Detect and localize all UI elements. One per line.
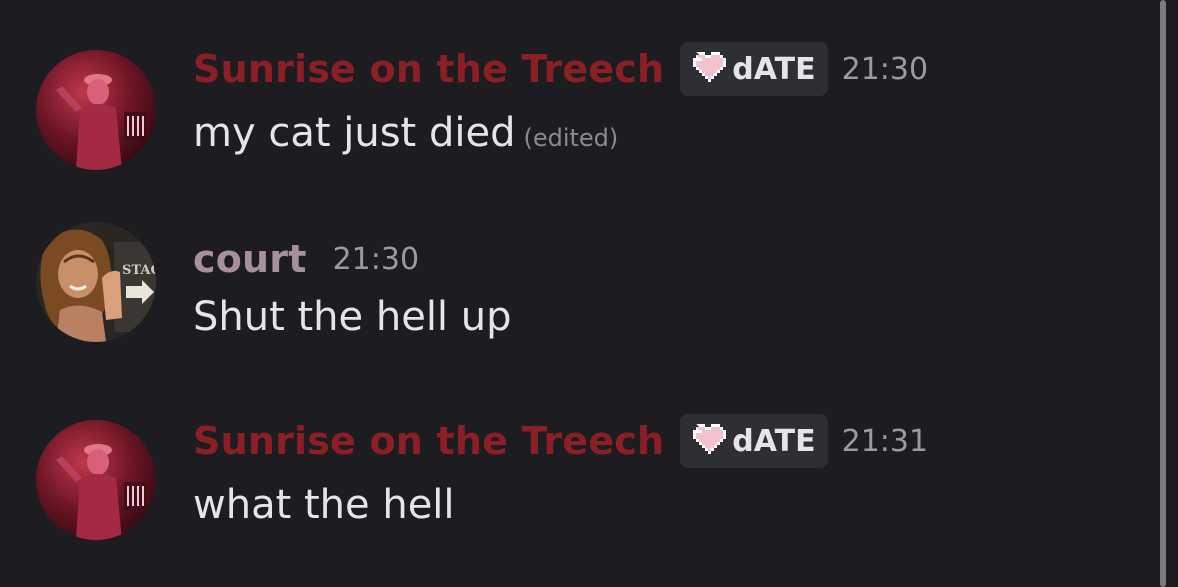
message-content: Shut the hell up bbox=[193, 294, 512, 340]
chat-message[interactable]: STAG court 21:30 Shut the hell up bbox=[0, 200, 1150, 370]
message-content: my cat just died (edited) bbox=[193, 110, 618, 156]
message-text: what the hell bbox=[193, 482, 455, 528]
scrollbar[interactable] bbox=[1160, 0, 1166, 587]
user-avatar[interactable] bbox=[36, 50, 156, 170]
edited-label: (edited) bbox=[523, 124, 619, 152]
chat-message-list: Sunrise on the Treech dATE 21:30 my cat … bbox=[0, 0, 1178, 587]
pink-pixel-heart-icon bbox=[690, 424, 727, 458]
message-text: Shut the hell up bbox=[193, 294, 512, 340]
message-author[interactable]: Sunrise on the Treech bbox=[193, 47, 664, 91]
user-tag-label: dATE bbox=[732, 423, 816, 459]
message-author[interactable]: Sunrise on the Treech bbox=[193, 419, 664, 463]
pink-pixel-heart-icon bbox=[690, 52, 727, 86]
user-tag-badge[interactable]: dATE bbox=[680, 42, 828, 96]
chat-message[interactable]: Sunrise on the Treech dATE 21:30 my cat … bbox=[0, 0, 1150, 190]
chat-message[interactable]: Sunrise on the Treech dATE 21:31 what th… bbox=[0, 390, 1150, 580]
svg-text:STAG: STAG bbox=[122, 263, 156, 278]
message-timestamp[interactable]: 21:30 bbox=[842, 52, 928, 87]
user-tag-badge[interactable]: dATE bbox=[680, 414, 828, 468]
message-timestamp[interactable]: 21:31 bbox=[842, 424, 928, 459]
user-avatar[interactable] bbox=[36, 420, 156, 540]
message-timestamp[interactable]: 21:30 bbox=[333, 242, 419, 277]
message-text: my cat just died bbox=[193, 110, 516, 156]
message-author[interactable]: court bbox=[193, 237, 307, 281]
message-content: what the hell bbox=[193, 482, 455, 528]
user-avatar[interactable]: STAG bbox=[36, 222, 156, 342]
user-tag-label: dATE bbox=[732, 51, 816, 87]
